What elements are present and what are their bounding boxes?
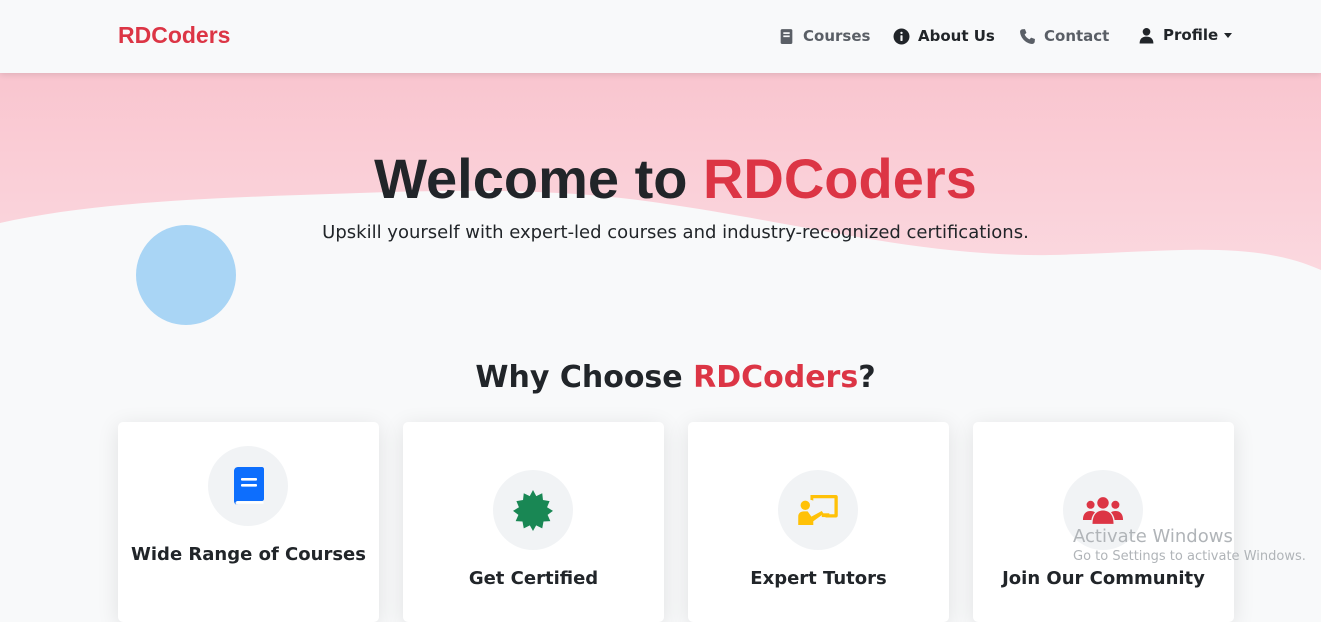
feature-card-courses: Wide Range of Courses (118, 422, 379, 622)
book-icon (234, 467, 264, 505)
hero-title: Welcome to RDCoders (0, 140, 1321, 218)
feature-card-certified: Get Certified (403, 422, 664, 622)
user-icon (1139, 27, 1154, 43)
feature-card-community: Join Our Community (973, 422, 1234, 622)
nav-profile-dropdown[interactable]: Profile (1138, 24, 1233, 46)
phone-icon (1020, 28, 1035, 44)
feature-icon-wrapper (493, 470, 573, 550)
why-title-brand: RDCoders (693, 360, 859, 395)
nav-courses[interactable]: Courses (778, 25, 870, 47)
hero-subtitle: Upskill yourself with expert-led courses… (322, 222, 1029, 243)
feature-icon-wrapper (778, 470, 858, 550)
nav-about-label: About Us (918, 27, 995, 45)
why-title-suffix: ? (858, 360, 876, 395)
book-icon (780, 28, 793, 44)
feature-card-tutors: Expert Tutors (688, 422, 949, 622)
certificate-icon (513, 490, 553, 531)
info-circle-icon (893, 28, 910, 44)
feature-card-title: Join Our Community (1002, 568, 1205, 589)
caret-down-icon (1224, 32, 1233, 38)
feature-icon-wrapper (1063, 470, 1143, 550)
nav-courses-label: Courses (803, 27, 871, 45)
nav-profile-label: Profile (1163, 26, 1219, 44)
chalkboard-teacher-icon (798, 494, 838, 526)
why-title-prefix: Why Choose (475, 360, 694, 395)
navbar: RDCoders Courses About Us Contact Profil… (0, 0, 1321, 73)
nav-contact[interactable]: Contact (1019, 25, 1109, 47)
feature-card-title: Wide Range of Courses (131, 544, 366, 565)
brand-logo[interactable]: RDCoders (118, 22, 230, 49)
nav-about-us[interactable]: About Us (893, 25, 995, 47)
nav-contact-label: Contact (1044, 27, 1110, 45)
feature-icon-wrapper (208, 446, 288, 526)
feature-card-title: Get Certified (468, 568, 599, 589)
hero-title-prefix: Welcome to (374, 147, 703, 210)
hero-title-brand: RDCoders (702, 147, 977, 210)
feature-card-title: Expert Tutors (750, 568, 887, 589)
users-icon (1082, 496, 1124, 524)
why-section-title: Why Choose RDCoders? (0, 360, 1321, 395)
